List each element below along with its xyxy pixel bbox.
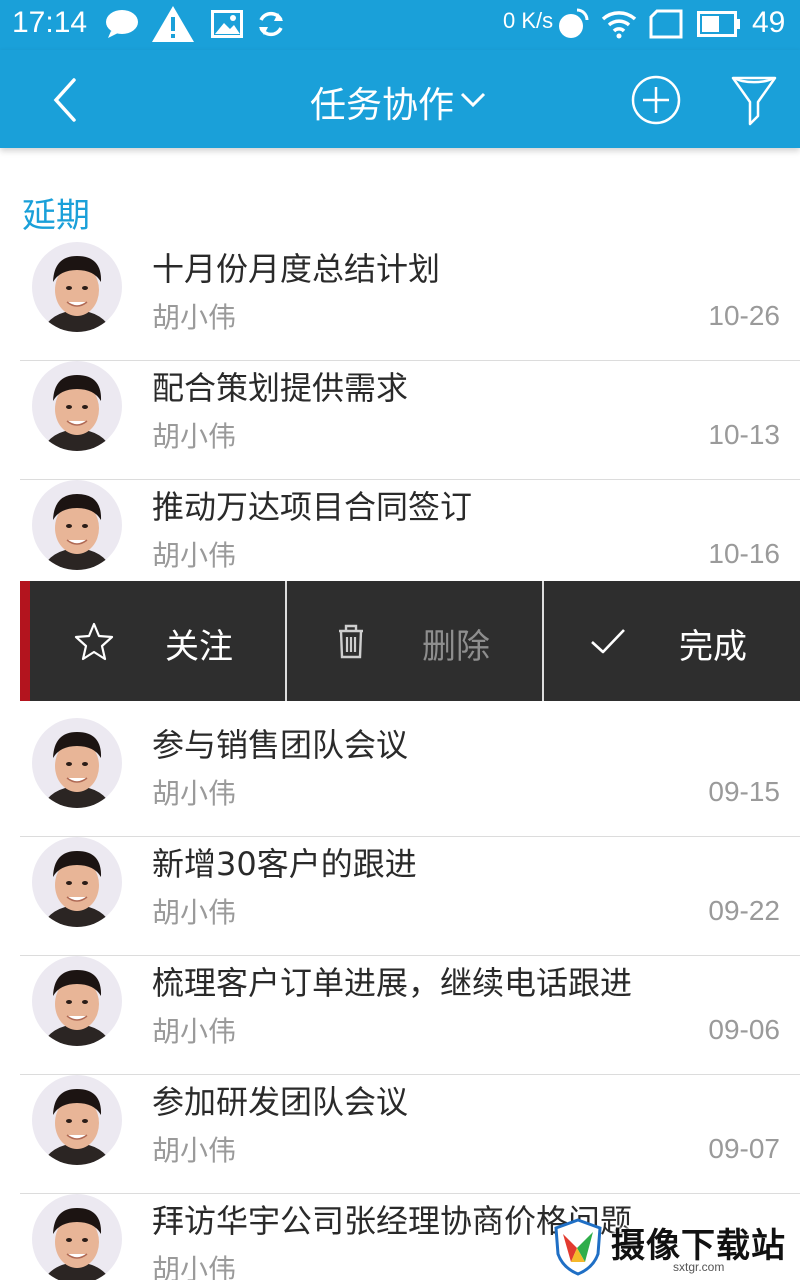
task-title: 配合策划提供需求 <box>152 369 409 407</box>
section-header: 延期 <box>22 196 90 236</box>
status-bar: 17:14 0 K/s 49 <box>0 0 800 50</box>
filter-funnel-icon[interactable] <box>730 72 778 130</box>
task-list-item[interactable]: 参加研发团队会议胡小伟 09-07 <box>0 1075 800 1194</box>
task-owner: 胡小伟 <box>152 1253 237 1280</box>
status-time: 17:14 <box>12 6 88 39</box>
task-list-item[interactable]: 新增30客户的跟进胡小伟 09-22 <box>0 837 800 956</box>
warning-icon <box>150 6 196 42</box>
task-date: 09-22 <box>708 895 780 926</box>
delete-button[interactable]: 删除 <box>287 581 542 701</box>
task-owner: 胡小伟 <box>152 301 237 334</box>
chevron-down-icon[interactable] <box>458 84 488 114</box>
task-list-item[interactable]: 配合策划提供需求胡小伟 10-13 <box>0 361 800 480</box>
avatar <box>32 1194 122 1280</box>
task-owner: 胡小伟 <box>152 539 237 572</box>
add-circle-icon[interactable] <box>630 74 682 126</box>
task-owner: 胡小伟 <box>152 777 237 810</box>
task-title: 参与销售团队会议 <box>152 726 409 764</box>
task-owner: 胡小伟 <box>152 1015 237 1048</box>
task-date: 10-16 <box>708 538 780 569</box>
net-speed: 0 K/s <box>503 8 554 33</box>
swipe-marker <box>20 581 30 701</box>
avatar <box>32 956 122 1046</box>
nfc-icon <box>556 6 590 42</box>
task-date: 09-06 <box>708 1014 780 1045</box>
delete-label: 删除 <box>422 627 490 667</box>
check-icon <box>588 621 628 661</box>
follow-button[interactable]: 关注 <box>30 581 285 701</box>
page-title[interactable]: 任务协作 <box>310 76 454 128</box>
star-icon <box>74 621 114 661</box>
chat-icon <box>104 6 140 42</box>
shield-logo-icon <box>553 1218 603 1276</box>
task-date: 09-07 <box>708 1133 780 1164</box>
app-bar: 任务协作 <box>0 50 800 148</box>
signal-icon <box>648 6 684 42</box>
task-title: 参加研发团队会议 <box>152 1083 409 1121</box>
avatar <box>32 718 122 808</box>
image-icon <box>210 6 244 42</box>
complete-label: 完成 <box>679 627 747 667</box>
task-date: 10-13 <box>708 419 780 450</box>
back-chevron-icon[interactable] <box>38 72 94 128</box>
watermark: 摄像下载站 sxtgr.com <box>553 1216 798 1280</box>
avatar <box>32 361 122 451</box>
task-list-item[interactable]: 参与销售团队会议胡小伟 09-15 <box>0 718 800 837</box>
task-title: 新增30客户的跟进 <box>152 845 417 883</box>
task-title: 推动万达项目合同签订 <box>152 488 473 526</box>
task-list-item[interactable]: 梳理客户订单进展，继续电话跟进胡小伟 09-06 <box>0 956 800 1075</box>
avatar <box>32 242 122 332</box>
swipe-action-bar: 关注 删除 完成 <box>20 581 800 701</box>
avatar <box>32 1075 122 1165</box>
battery-icon <box>696 6 742 42</box>
task-owner: 胡小伟 <box>152 1134 237 1167</box>
avatar <box>32 480 122 570</box>
task-date: 10-26 <box>708 300 780 331</box>
complete-button[interactable]: 完成 <box>544 581 800 701</box>
task-owner: 胡小伟 <box>152 420 237 453</box>
wifi-icon <box>600 6 638 42</box>
task-owner: 胡小伟 <box>152 896 237 929</box>
sync-icon <box>254 6 288 42</box>
task-list-item[interactable]: 十月份月度总结计划胡小伟 10-26 <box>0 242 800 361</box>
battery-level: 49 <box>752 6 786 39</box>
avatar <box>32 837 122 927</box>
watermark-url: sxtgr.com <box>673 1260 725 1274</box>
task-title: 十月份月度总结计划 <box>152 250 441 288</box>
task-date: 09-15 <box>708 776 780 807</box>
trash-icon <box>331 621 371 661</box>
follow-label: 关注 <box>165 627 233 667</box>
task-title: 梳理客户订单进展，继续电话跟进 <box>152 964 633 1002</box>
